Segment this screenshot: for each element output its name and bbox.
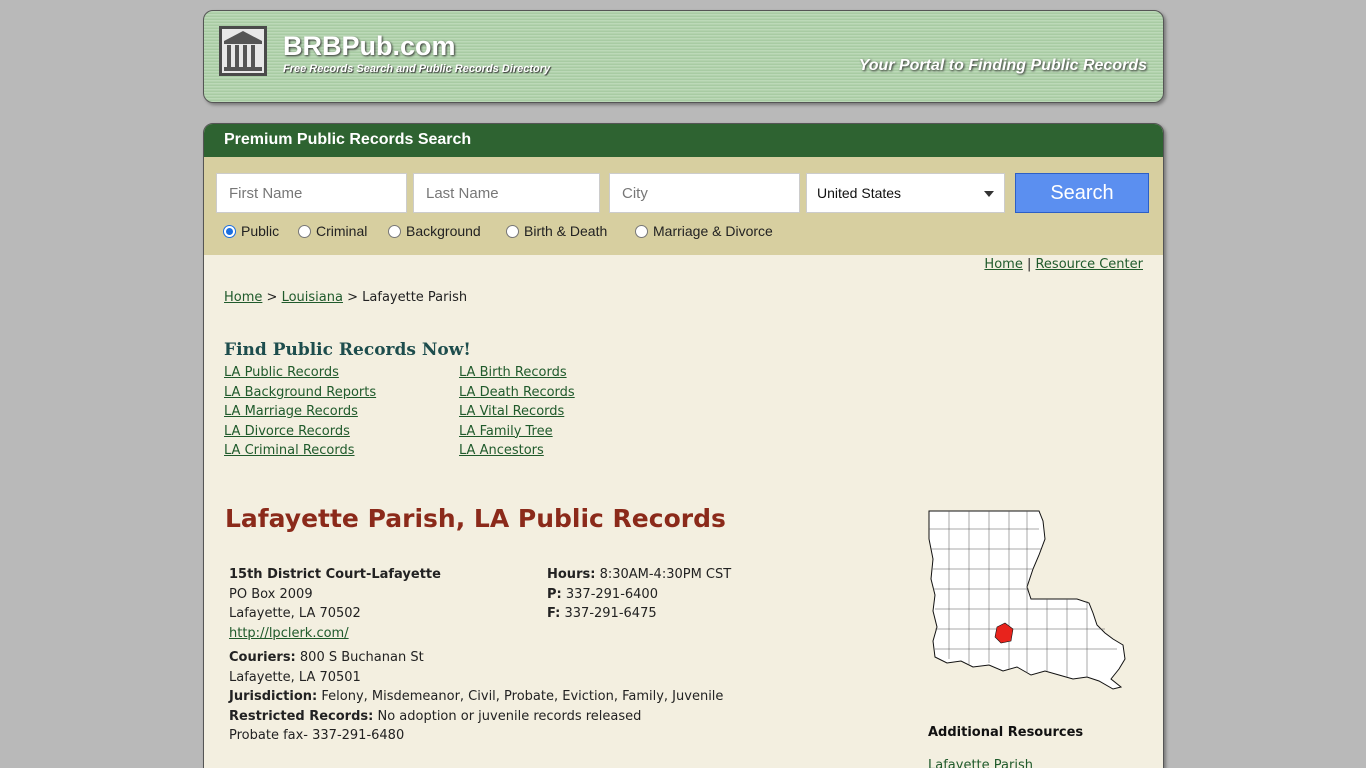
additional-resources-title: Additional Resources <box>928 725 1084 740</box>
radio-label: Public <box>241 223 280 239</box>
home-link[interactable]: Home <box>984 257 1022 272</box>
find-records-title: Find Public Records Now! <box>224 340 471 360</box>
main-panel: Premium Public Records Search United Sta… <box>203 123 1164 768</box>
radio-dot[interactable] <box>635 224 648 238</box>
couriers-label: Couriers: <box>229 650 296 665</box>
la-birth-records-link[interactable]: LA Birth Records <box>459 363 575 383</box>
office-address-line1: PO Box 2009 <box>229 586 313 602</box>
radio-label: Marriage & Divorce <box>653 223 773 239</box>
la-vital-records-link[interactable]: LA Vital Records <box>459 402 575 422</box>
city-input[interactable] <box>609 173 800 213</box>
office-address-line2: Lafayette, LA 70502 <box>229 606 361 621</box>
couriers-value: 800 S Buchanan St <box>299 650 424 665</box>
office-address-block: 15th District Court-Lafayette PO Box 200… <box>229 565 441 643</box>
breadcrumb-home[interactable]: Home <box>224 290 262 305</box>
couriers-city: Lafayette, LA 70501 <box>229 669 361 685</box>
hours-value: 8:30AM-4:30PM CST <box>599 567 732 582</box>
office-contact-block: Hours: 8:30AM-4:30PM CST P: 337-291-6400… <box>547 565 731 624</box>
jurisdiction-label: Jurisdiction: <box>229 689 318 704</box>
phone-label: P: <box>547 586 562 602</box>
radio-dot-selected[interactable] <box>223 224 236 238</box>
office-name: 15th District Court-Lafayette <box>229 567 441 582</box>
chevron-down-icon <box>984 191 994 197</box>
hours-label: Hours: <box>547 567 596 582</box>
breadcrumb-state[interactable]: Louisiana <box>282 290 343 305</box>
radio-public[interactable]: Public <box>223 223 279 239</box>
site-tagline: Free Records Search and Public Records D… <box>283 63 551 75</box>
radio-dot[interactable] <box>298 224 311 238</box>
radio-dot[interactable] <box>388 224 401 238</box>
portal-slogan: Your Portal to Finding Public Records <box>858 57 1147 74</box>
fax-value: 337-291-6475 <box>564 606 657 621</box>
fax-label: F: <box>547 606 561 621</box>
la-death-records-link[interactable]: LA Death Records <box>459 383 575 403</box>
la-family-tree-link[interactable]: LA Family Tree <box>459 422 575 442</box>
radio-background[interactable]: Background <box>388 223 481 239</box>
radio-criminal[interactable]: Criminal <box>298 223 367 239</box>
breadcrumb-sep: > <box>347 290 359 305</box>
breadcrumb-sep: > <box>266 290 278 305</box>
radio-label: Background <box>406 223 481 239</box>
la-public-records-link[interactable]: LA Public Records <box>224 363 376 383</box>
la-background-reports-link[interactable]: LA Background Reports <box>224 383 376 403</box>
radio-birth-death[interactable]: Birth & Death <box>506 223 607 239</box>
breadcrumb: Home > Louisiana > Lafayette Parish <box>224 290 467 305</box>
radio-marriage-divorce[interactable]: Marriage & Divorce <box>635 223 773 239</box>
search-panel-title: Premium Public Records Search <box>204 124 1163 157</box>
la-criminal-records-link[interactable]: LA Criminal Records <box>224 441 376 461</box>
la-marriage-records-link[interactable]: LA Marriage Records <box>224 402 376 422</box>
jurisdiction-value: Felony, Misdemeanor, Civil, Probate, Evi… <box>321 689 724 704</box>
search-bar: United States Search Public Criminal Bac… <box>204 157 1163 255</box>
radio-label: Criminal <box>316 223 368 239</box>
last-name-input[interactable] <box>413 173 600 213</box>
site-name[interactable]: BRBPub.com <box>283 31 456 62</box>
breadcrumb-current: Lafayette Parish <box>362 290 468 305</box>
restricted-value: No adoption or juvenile records released <box>377 708 642 724</box>
la-ancestors-link[interactable]: LA Ancestors <box>459 441 575 461</box>
radio-dot[interactable] <box>506 224 519 238</box>
top-links: Home | Resource Center <box>984 257 1143 272</box>
lafayette-parish-link[interactable]: Lafayette Parish <box>928 758 1033 768</box>
louisiana-parish-map[interactable] <box>927 509 1127 691</box>
probate-fax: Probate fax- 337-291-6480 <box>229 728 405 743</box>
country-select[interactable]: United States <box>806 173 1005 213</box>
country-select-value: United States <box>817 185 902 201</box>
la-divorce-records-link[interactable]: LA Divorce Records <box>224 422 376 442</box>
radio-label: Birth & Death <box>524 223 608 239</box>
link-separator: | <box>1026 257 1032 272</box>
office-website-link[interactable]: http://lpclerk.com/ <box>229 626 349 641</box>
page-title: Lafayette Parish, LA Public Records <box>225 504 726 533</box>
find-links-left: LA Public Records LA Background Reports … <box>224 363 376 461</box>
office-details-block: Couriers: 800 S Buchanan St Lafayette, L… <box>229 648 723 746</box>
restricted-label: Restricted Records: <box>229 708 374 724</box>
first-name-input[interactable] <box>216 173 407 213</box>
building-columns-icon[interactable] <box>218 25 268 77</box>
resource-center-link[interactable]: Resource Center <box>1035 257 1143 272</box>
find-links-right: LA Birth Records LA Death Records LA Vit… <box>459 363 575 461</box>
phone-value: 337-291-6400 <box>565 586 658 602</box>
site-header-banner: BRBPub.com Free Records Search and Publi… <box>203 10 1164 103</box>
search-button[interactable]: Search <box>1015 173 1149 213</box>
